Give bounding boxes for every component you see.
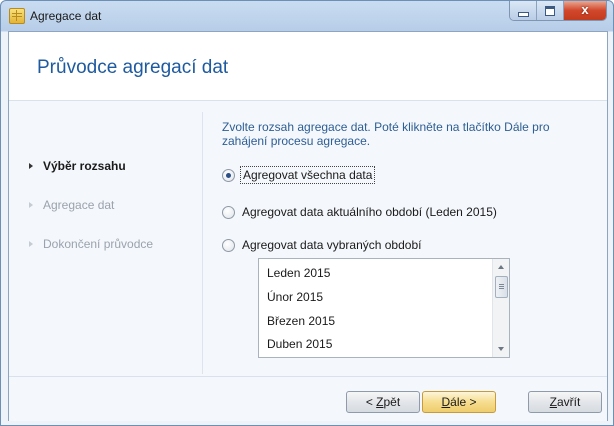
step-bullet-icon — [29, 241, 33, 247]
minimize-button[interactable] — [510, 1, 537, 20]
scroll-thumb[interactable] — [495, 276, 508, 298]
list-item[interactable]: Duben 2015 — [267, 337, 332, 351]
wizard-steps: Výběr rozsahu Agregace dat Dokončení prů… — [9, 102, 197, 372]
list-item[interactable]: Leden 2015 — [267, 266, 330, 280]
step-label: Dokončení průvodce — [43, 237, 154, 251]
wizard-window: Agregace dat x Průvodce agregací dat Výb… — [0, 0, 614, 426]
scroll-up-icon[interactable] — [493, 259, 509, 275]
page-title: Průvodce agregací dat — [37, 57, 229, 78]
title-bar[interactable]: Agregace dat x — [1, 1, 613, 31]
maximize-button[interactable] — [537, 1, 564, 20]
periods-listbox[interactable]: Leden 2015 Únor 2015 Březen 2015 Duben 2… — [258, 258, 510, 358]
back-prefix: < — [365, 395, 377, 409]
step-label: Agregace dat — [43, 198, 115, 212]
option-label[interactable]: Agregovat data aktuálního období (Leden … — [240, 204, 499, 220]
list-item[interactable]: Březen 2015 — [267, 314, 335, 328]
back-label: pět — [383, 395, 401, 409]
option-selected-periods[interactable]: Agregovat data vybraných období — [222, 237, 423, 253]
close-label: avřít — [557, 395, 581, 409]
radio-icon[interactable] — [222, 205, 235, 219]
step-bullet-icon — [29, 202, 33, 208]
list-item[interactable]: Únor 2015 — [267, 290, 323, 304]
steps-divider — [202, 112, 203, 374]
next-mnemonic: D — [441, 395, 451, 409]
radio-icon[interactable] — [222, 168, 235, 182]
step-label: Výběr rozsahu — [43, 159, 126, 173]
next-label: ále > — [450, 395, 477, 409]
option-label[interactable]: Agregovat všechna data — [240, 166, 376, 184]
option-label[interactable]: Agregovat data vybraných období — [240, 237, 423, 253]
back-mnemonic: Z — [376, 395, 384, 409]
option-all-data[interactable]: Agregovat všechna data — [222, 166, 376, 184]
next-button[interactable]: Dále > — [422, 391, 496, 413]
close-mnemonic: Z — [549, 395, 557, 409]
list-scrollbar[interactable] — [492, 259, 509, 357]
wizard-header: Průvodce agregací dat — [9, 32, 607, 101]
option-current-period[interactable]: Agregovat data aktuálního období (Leden … — [222, 204, 499, 220]
back-button[interactable]: < Zpět — [346, 391, 420, 413]
wizard-footer: < Zpět Dále > Zavřít — [9, 376, 607, 421]
instruction-text: Zvolte rozsah agregace dat. Poté kliknět… — [222, 120, 550, 148]
scroll-down-icon[interactable] — [493, 341, 509, 357]
window-controls: x — [509, 1, 607, 21]
radio-icon[interactable] — [222, 238, 235, 252]
step-bullet-icon — [29, 163, 33, 169]
wizard-client-area: Průvodce agregací dat Výběr rozsahu Agre… — [8, 31, 608, 421]
app-icon — [9, 8, 25, 24]
window-title: Agregace dat — [30, 9, 102, 23]
close-icon: x — [581, 2, 589, 17]
close-button[interactable]: Zavřít — [528, 391, 602, 413]
close-window-button[interactable]: x — [564, 1, 606, 20]
